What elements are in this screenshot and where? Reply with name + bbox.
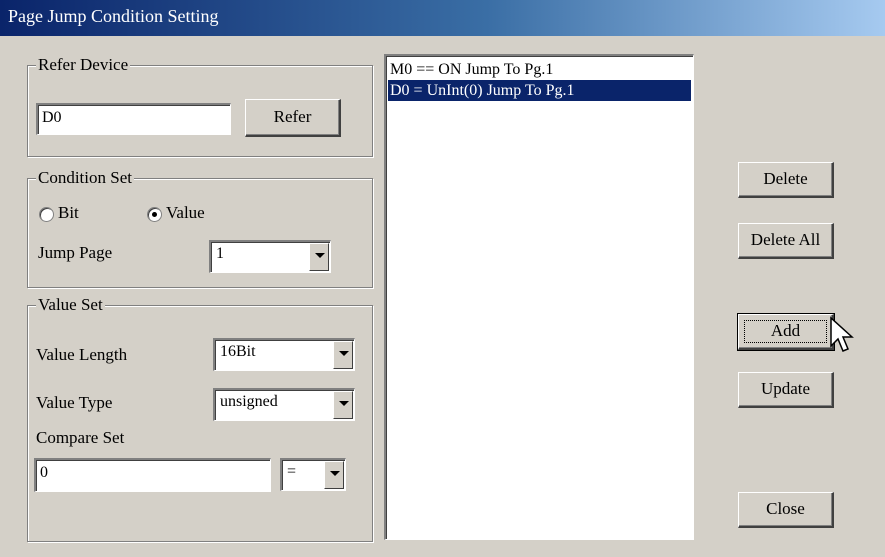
window-title: Page Jump Condition Setting — [8, 6, 219, 26]
list-item-text: D0 = UnInt(0) Jump To Pg.1 — [390, 82, 575, 99]
delete-all-button-label: Delete All — [750, 230, 821, 249]
list-item-text: M0 == ON Jump To Pg.1 — [390, 61, 554, 78]
value-radio-label[interactable]: Value — [166, 203, 205, 223]
value-type-label: Value Type — [36, 393, 113, 412]
compare-set-label: Compare Set — [36, 428, 125, 447]
add-button[interactable]: Add — [737, 313, 835, 351]
arrow-cursor-icon — [830, 316, 854, 352]
refer-device-input[interactable]: D0 — [36, 103, 231, 135]
value-set-legend: Value Set — [36, 295, 105, 315]
close-button[interactable]: Close — [738, 492, 834, 528]
update-button-label: Update — [760, 379, 811, 398]
list-item[interactable]: M0 == ON Jump To Pg.1 — [388, 59, 691, 80]
jump-page-value: 1 — [216, 245, 224, 262]
jump-page-select[interactable]: 1 — [209, 240, 331, 273]
focus-rect — [739, 315, 832, 348]
value-length-value: 16Bit — [220, 343, 256, 360]
bit-radio[interactable] — [39, 207, 54, 222]
refer-device-legend: Refer Device — [36, 55, 131, 75]
list-item-selected[interactable]: D0 = UnInt(0) Jump To Pg.1 — [388, 80, 691, 101]
chevron-down-icon[interactable] — [333, 391, 353, 419]
delete-button[interactable]: Delete — [738, 162, 834, 198]
chevron-down-icon[interactable] — [333, 341, 353, 369]
value-type-value: unsigned — [220, 393, 278, 410]
refer-button-label: Refer — [273, 107, 312, 126]
jump-page-label: Jump Page — [38, 243, 113, 262]
value-length-select[interactable]: 16Bit — [213, 338, 355, 371]
update-button[interactable]: Update — [738, 372, 834, 408]
delete-button-label: Delete — [763, 169, 808, 188]
value-length-label: Value Length — [36, 345, 128, 364]
close-button-label: Close — [766, 499, 805, 518]
condition-set-legend: Condition Set — [36, 168, 134, 188]
chevron-down-icon[interactable] — [324, 461, 344, 489]
refer-button[interactable]: Refer — [245, 99, 341, 137]
value-type-select[interactable]: unsigned — [213, 388, 355, 421]
value-radio[interactable] — [147, 207, 162, 222]
compare-value-text: 0 — [40, 464, 48, 481]
refer-device-input-value: D0 — [42, 109, 62, 126]
compare-value-input[interactable]: 0 — [34, 458, 271, 492]
compare-operator-value: = — [287, 463, 297, 480]
window-title-bar[interactable]: Page Jump Condition Setting — [0, 0, 885, 36]
conditions-list[interactable]: M0 == ON Jump To Pg.1 D0 = UnInt(0) Jump… — [384, 54, 694, 540]
bit-radio-label[interactable]: Bit — [58, 203, 79, 223]
delete-all-button[interactable]: Delete All — [738, 223, 834, 259]
compare-operator-select[interactable]: = — [280, 458, 346, 491]
chevron-down-icon[interactable] — [309, 243, 329, 271]
